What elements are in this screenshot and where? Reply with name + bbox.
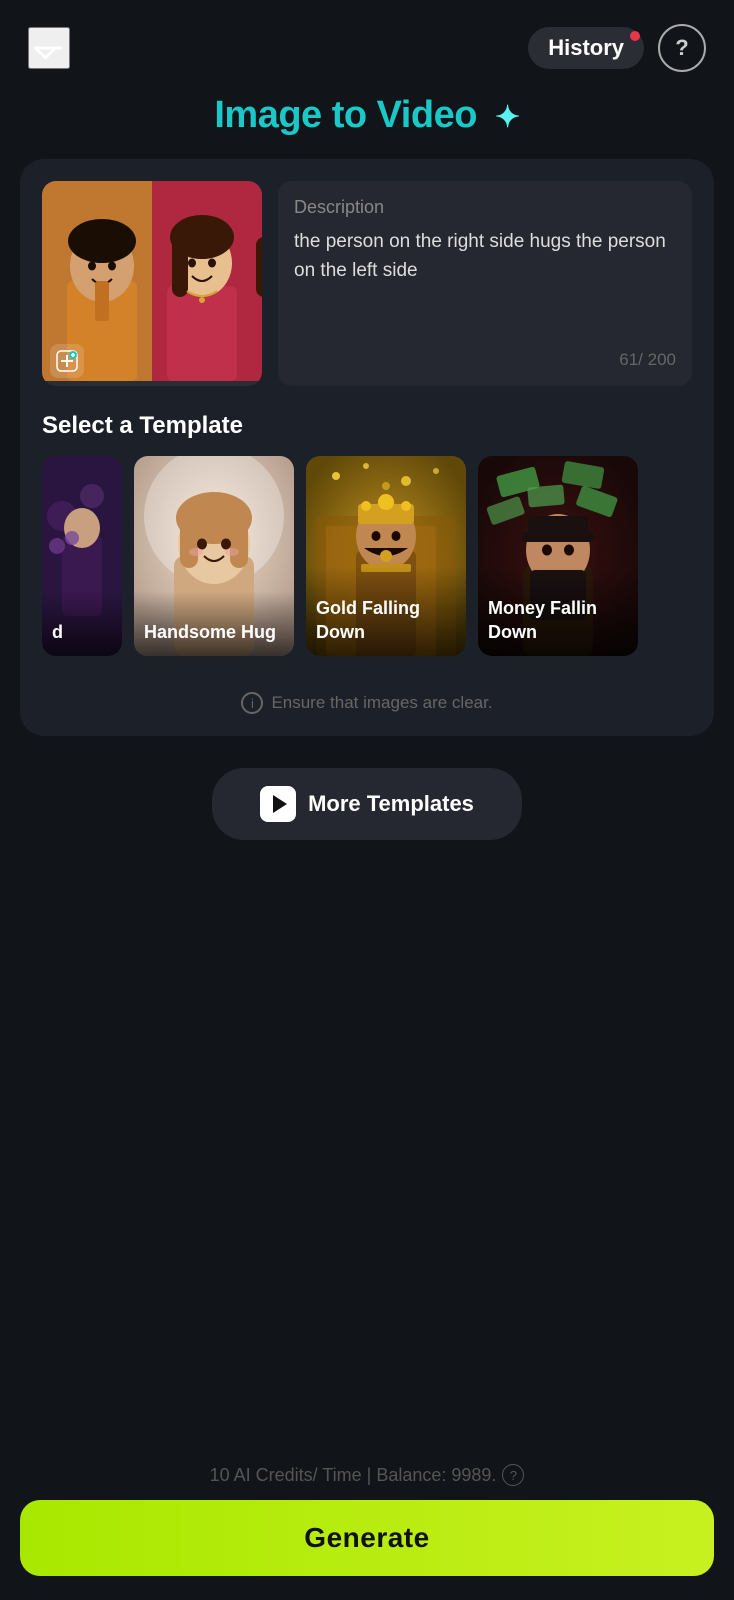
template-card-3[interactable]: Gold Falling Down bbox=[306, 456, 466, 656]
main-card: Description the person on the right side… bbox=[20, 159, 714, 736]
template-2-label: Handsome Hug bbox=[134, 591, 294, 656]
image-upload-box[interactable] bbox=[42, 181, 262, 386]
help-button[interactable]: ? bbox=[658, 24, 706, 72]
credits-text: 10 AI Credits/ Time | Balance: 9989. bbox=[210, 1465, 497, 1486]
back-button[interactable] bbox=[28, 27, 70, 69]
history-notification-dot bbox=[630, 31, 640, 41]
play-triangle-icon bbox=[273, 795, 287, 813]
title-teal: Image to Video bbox=[214, 94, 477, 136]
more-templates-label: More Templates bbox=[308, 791, 474, 817]
history-label: History bbox=[548, 35, 624, 60]
play-icon bbox=[260, 786, 296, 822]
credits-row: 10 AI Credits/ Time | Balance: 9989. ? bbox=[20, 1464, 714, 1486]
hint-icon: i bbox=[241, 692, 263, 714]
template-row: d bbox=[38, 456, 642, 656]
template-scroll[interactable]: d bbox=[38, 456, 696, 664]
top-nav: History ? bbox=[0, 0, 734, 82]
template-card-2[interactable]: Handsome Hug bbox=[134, 456, 294, 656]
template-section-title: Select a Template bbox=[42, 412, 692, 440]
description-text[interactable]: the person on the right side hugs the pe… bbox=[294, 228, 676, 285]
description-box: Description the person on the right side… bbox=[278, 181, 692, 386]
hint-text: Ensure that images are clear. bbox=[271, 693, 492, 713]
page-title: Image to Video ✦ bbox=[0, 94, 734, 137]
description-label: Description bbox=[294, 197, 676, 218]
more-templates-button[interactable]: More Templates bbox=[212, 768, 522, 840]
template-4-label: Money Fallin Down bbox=[478, 567, 638, 656]
generate-button[interactable]: Generate bbox=[20, 1500, 714, 1576]
char-count: 61/ 200 bbox=[294, 350, 676, 370]
sparkle-icon: ✦ bbox=[495, 100, 520, 135]
credits-help-icon[interactable]: ? bbox=[502, 1464, 524, 1486]
footer: 10 AI Credits/ Time | Balance: 9989. ? G… bbox=[0, 1448, 734, 1600]
history-button[interactable]: History bbox=[528, 27, 644, 69]
template-1-label: d bbox=[42, 591, 122, 656]
template-card-1[interactable]: d bbox=[42, 456, 122, 656]
hint-row: i Ensure that images are clear. bbox=[42, 692, 692, 714]
template-3-label: Gold Falling Down bbox=[306, 567, 466, 656]
add-image-icon[interactable] bbox=[50, 344, 84, 378]
help-label: ? bbox=[675, 35, 688, 61]
media-row: Description the person on the right side… bbox=[42, 181, 692, 386]
back-arrow-icon bbox=[36, 38, 62, 58]
nav-right: History ? bbox=[528, 24, 706, 72]
generate-label: Generate bbox=[304, 1522, 429, 1553]
template-card-4[interactable]: Money Fallin Down bbox=[478, 456, 638, 656]
